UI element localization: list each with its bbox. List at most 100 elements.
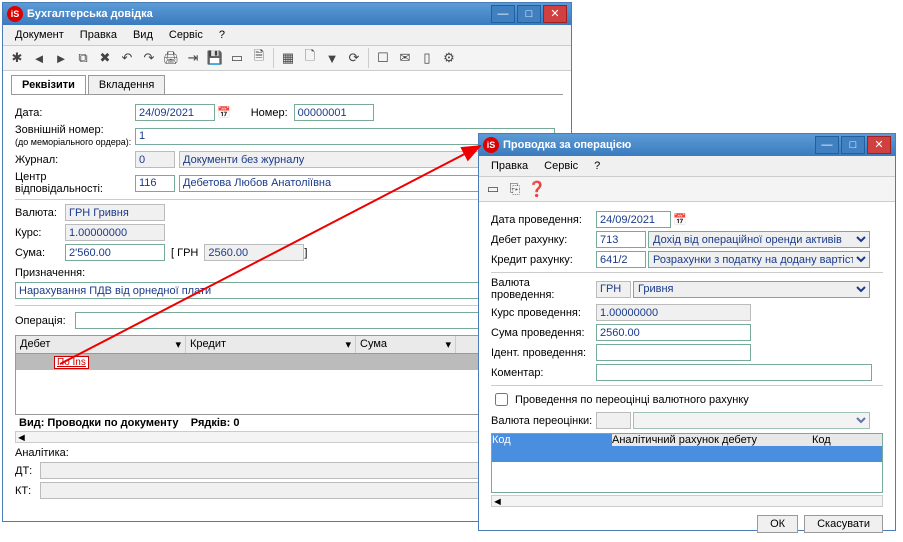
dlg-comment-label: Коментар: [491, 367, 596, 379]
ok-button[interactable]: ОК [757, 515, 798, 533]
dlg-curr-code-input[interactable] [596, 281, 631, 298]
cancel-button[interactable]: Скасувати [804, 515, 883, 533]
save-icon[interactable]: ⎘ [505, 179, 525, 199]
filter-icon[interactable]: ▼ [322, 48, 342, 68]
date-input[interactable] [135, 104, 215, 121]
col-analytic[interactable]: Аналітичний рахунок дебету [612, 434, 812, 446]
page-icon[interactable]: 🗋 [300, 48, 320, 68]
grid-selected-row[interactable] [492, 446, 882, 462]
delete-icon[interactable]: ✖ [95, 48, 115, 68]
menu-edit[interactable]: Правка [72, 27, 125, 43]
currency-label: Валюта: [15, 207, 65, 219]
grid-icon[interactable]: ▦ [278, 48, 298, 68]
purpose-label: Призначення: [15, 267, 95, 279]
reval-checkbox-input[interactable] [495, 393, 508, 406]
tab-requisites[interactable]: Реквізити [11, 75, 86, 94]
dlg-debit-name-combo[interactable]: Дохід від операційної оренди активів [648, 231, 870, 248]
kt-label: КТ: [15, 485, 40, 497]
save-icon[interactable]: 💾 [205, 48, 225, 68]
dt-label: ДТ: [15, 465, 40, 477]
new-icon[interactable]: ✱ [7, 48, 27, 68]
doc-icon[interactable]: 🗎 [249, 48, 269, 68]
col-debit[interactable]: Дебет ▾ [16, 336, 186, 353]
dlg-rate-input[interactable] [596, 304, 751, 321]
help-icon[interactable]: ❓ [527, 179, 547, 199]
folder-icon[interactable]: ▯ [417, 48, 437, 68]
dlg-rate-label: Курс проведення: [491, 307, 596, 319]
dlg-reval-curr-combo[interactable] [633, 412, 870, 429]
dlg-reval-curr-code[interactable] [596, 412, 631, 429]
menu-view[interactable]: Вид [125, 27, 161, 43]
main-title: Бухгалтерська довідка [27, 8, 489, 20]
col-credit[interactable]: Кредит ▾ [186, 336, 356, 353]
dlg-credit-label: Кредит рахунку: [491, 254, 596, 266]
dlg-ident-input[interactable] [596, 344, 751, 361]
col-code[interactable]: Код [492, 434, 612, 446]
dlg-reval-checkbox[interactable]: Проведення по переоцінці валютного рахун… [491, 390, 749, 409]
rate-label: Курс: [15, 227, 65, 239]
dlg-debit-code-input[interactable] [596, 231, 646, 248]
analytic-grid: Код Аналітичний рахунок дебету Код [491, 433, 883, 493]
settings-icon[interactable]: ⚙ [439, 48, 459, 68]
col-code2[interactable]: Код [812, 434, 852, 446]
app-icon: iS [483, 137, 499, 153]
calendar-icon[interactable]: 📅 [673, 213, 687, 226]
dlg-credit-code-input[interactable] [596, 251, 646, 268]
number-input[interactable] [294, 104, 374, 121]
refresh-icon[interactable]: ⟳ [344, 48, 364, 68]
undo-icon[interactable]: ↶ [117, 48, 137, 68]
dialog-maximize-button[interactable]: □ [841, 136, 865, 154]
dlg-scrollbar[interactable]: ◄ [491, 495, 883, 507]
menu-document[interactable]: Документ [7, 27, 72, 43]
journal-label: Журнал: [15, 154, 135, 166]
mail-icon[interactable]: ✉ [395, 48, 415, 68]
dlg-currency-label: Валюта проведення: [491, 277, 596, 301]
sum-input[interactable] [65, 244, 165, 261]
purpose-input[interactable] [15, 282, 555, 299]
calendar-icon[interactable]: 📅 [217, 106, 231, 119]
book-icon[interactable]: ▭ [483, 179, 503, 199]
dlg-reval-curr-label: Валюта переоцінки: [491, 415, 596, 427]
rate-input[interactable] [65, 224, 165, 241]
redo-icon[interactable]: ↷ [139, 48, 159, 68]
dialog-menubar: Правка Сервіс ? [479, 156, 895, 177]
next-icon[interactable]: ► [51, 48, 71, 68]
close-button[interactable]: ✕ [543, 5, 567, 23]
book-icon[interactable]: ▭ [227, 48, 247, 68]
menu-help[interactable]: ? [211, 27, 233, 43]
dialog-menu-help[interactable]: ? [586, 158, 608, 174]
minimize-button[interactable]: — [491, 5, 515, 23]
dialog-menu-edit[interactable]: Правка [483, 158, 536, 174]
sum-label: Сума: [15, 247, 65, 259]
tab-attachments[interactable]: Вкладення [88, 75, 165, 94]
dlg-sum-input[interactable] [596, 324, 751, 341]
copy-icon[interactable]: ⧉ [73, 48, 93, 68]
resp-code-input[interactable] [135, 175, 175, 192]
export-icon[interactable]: ⇥ [183, 48, 203, 68]
print-icon[interactable]: 🖨 [161, 48, 181, 68]
dlg-date-input[interactable] [596, 211, 671, 228]
main-tabs: Реквізити Вкладення [11, 75, 563, 95]
doc2-icon[interactable]: ☐ [373, 48, 393, 68]
responsibility-label: Центр відповідальності: [15, 171, 135, 195]
dlg-sum-label: Сума проведення: [491, 327, 596, 339]
dialog-minimize-button[interactable]: — [815, 136, 839, 154]
dialog-menu-service[interactable]: Сервіс [536, 158, 586, 174]
dlg-ident-label: Ідент. проведення: [491, 347, 596, 359]
dlg-credit-name-combo[interactable]: Розрахунки з податку на додану вартість [648, 251, 870, 268]
dlg-date-label: Дата проведення: [491, 214, 596, 226]
dlg-curr-name-combo[interactable]: Гривня [633, 281, 870, 298]
operation-label: Операція: [15, 315, 75, 327]
dlg-comment-input[interactable] [596, 364, 872, 381]
prev-icon[interactable]: ◄ [29, 48, 49, 68]
dialog-close-button[interactable]: ✕ [867, 136, 891, 154]
maximize-button[interactable]: □ [517, 5, 541, 23]
col-sum[interactable]: Сума ▾ [356, 336, 456, 353]
sum-currency-label: [ ГРН [171, 247, 198, 259]
sum-uah-input[interactable] [204, 244, 304, 261]
journal-code-input[interactable] [135, 151, 175, 168]
currency-input[interactable] [65, 204, 165, 221]
menu-service[interactable]: Сервіс [161, 27, 211, 43]
date-label: Дата: [15, 107, 135, 119]
ins-hint[interactable]: По Ins [54, 356, 89, 369]
